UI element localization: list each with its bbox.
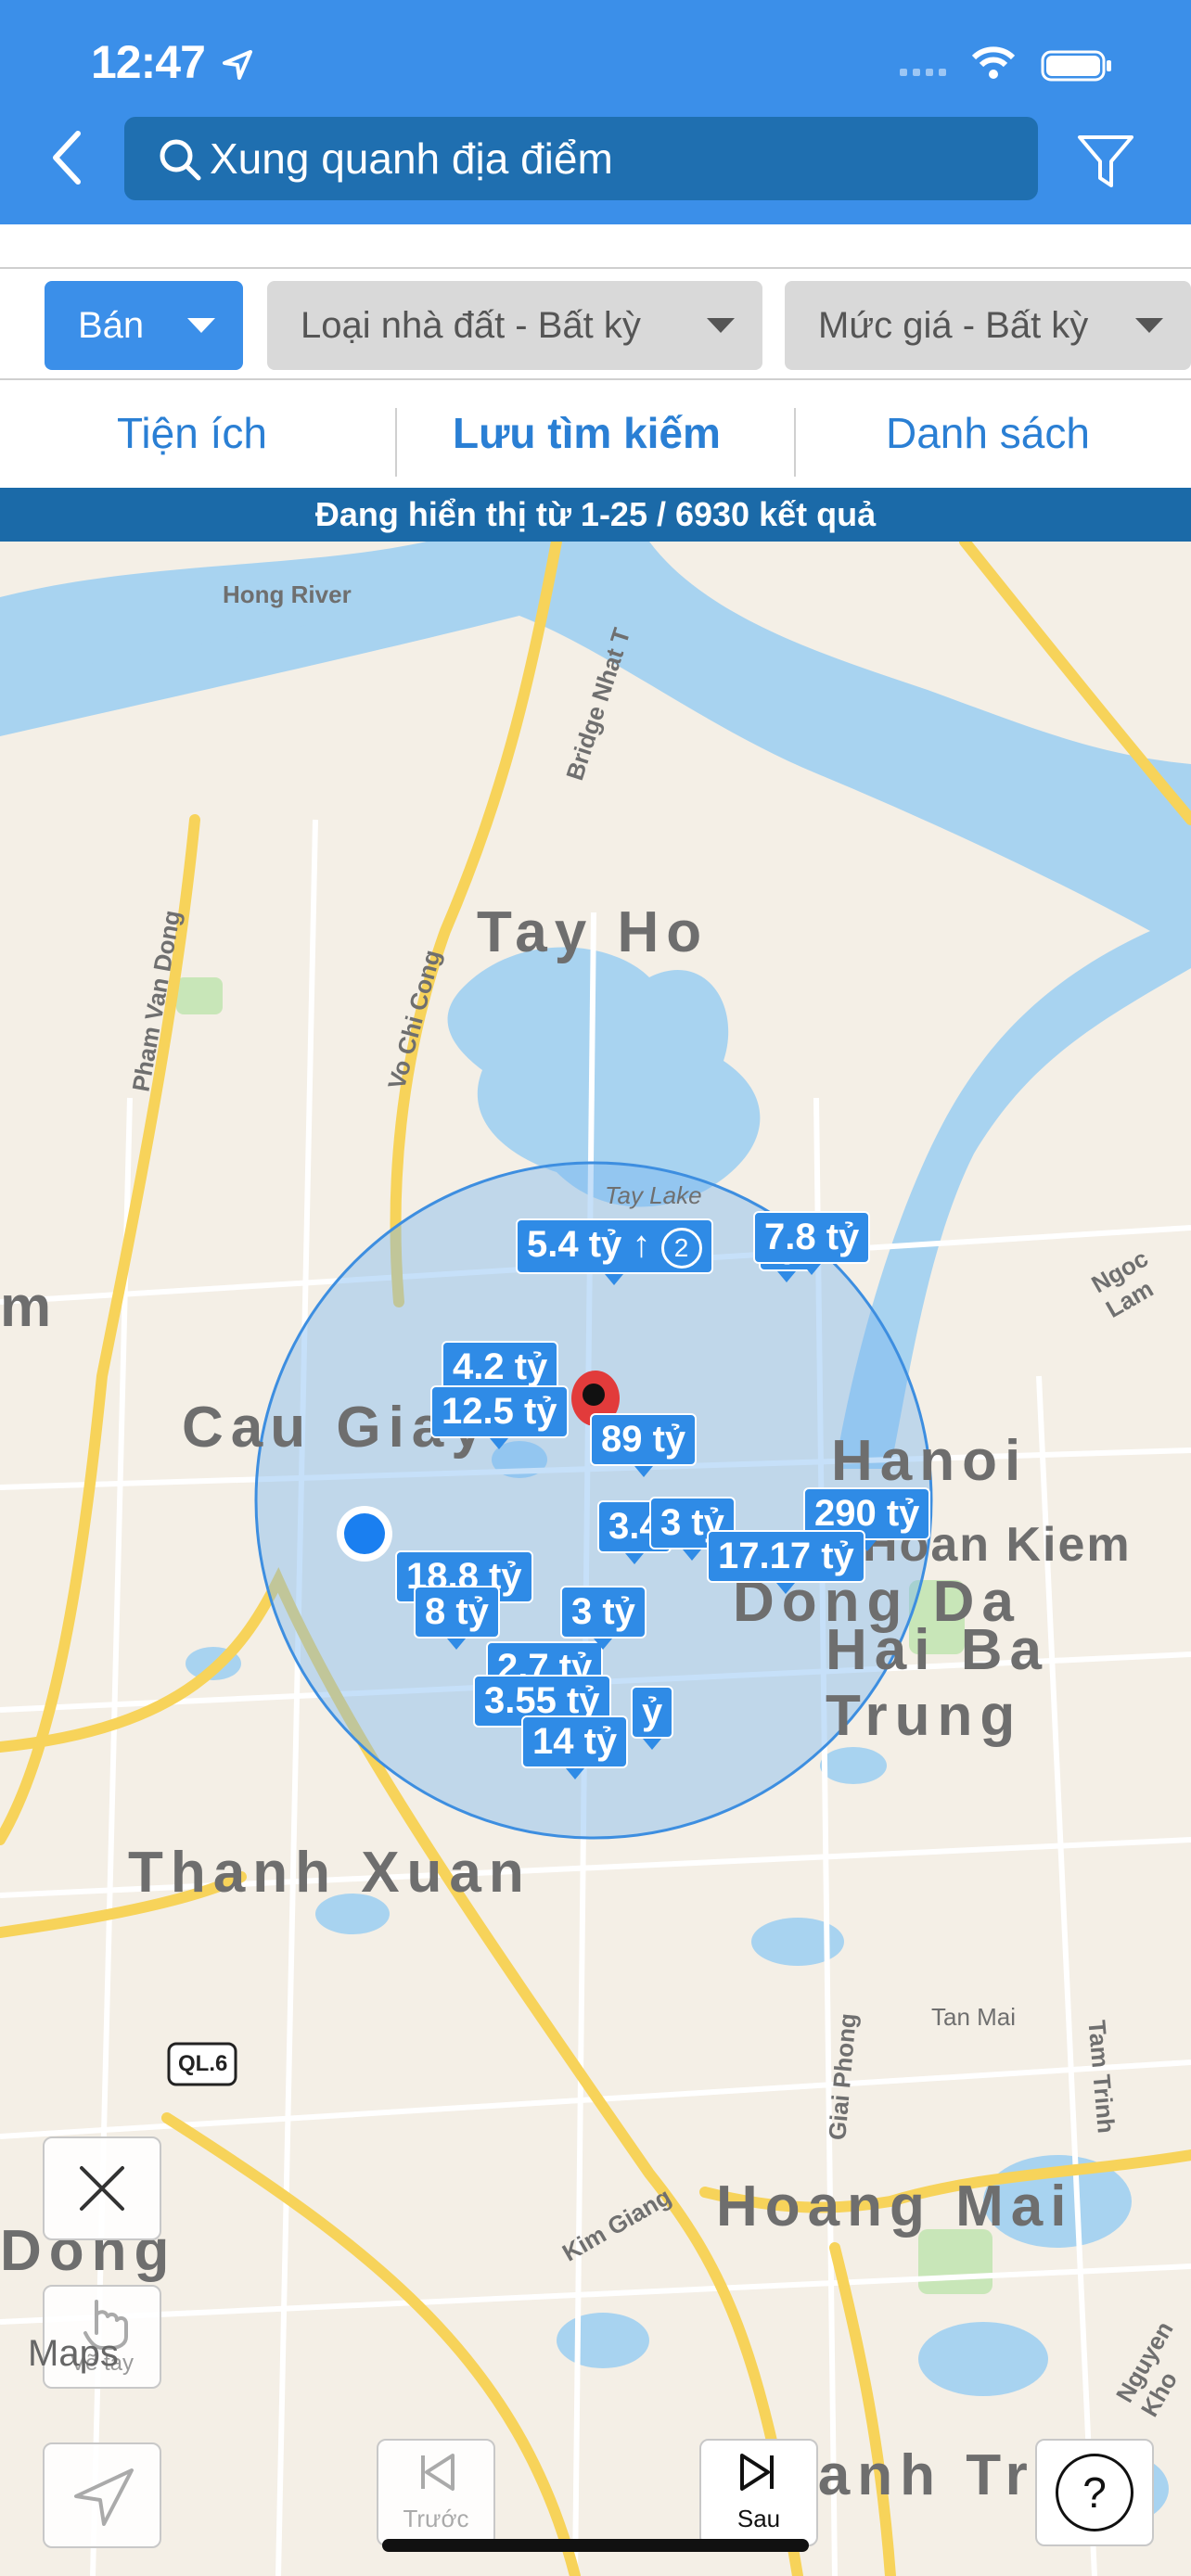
price-marker[interactable]: 7.8 tỷ [753, 1211, 871, 1275]
previous-label: Trước [403, 2505, 469, 2532]
tab-divider [794, 408, 796, 477]
next-label: Sau [736, 2505, 781, 2532]
price-dropdown[interactable]: Mức giá - Bất kỳ [785, 281, 1191, 370]
place-label: Hai Ba Trung [826, 1618, 1049, 1748]
price-marker[interactable]: 3 tỷ [560, 1586, 647, 1650]
listing-type-dropdown[interactable]: Bán [45, 281, 243, 370]
status-time: 12:47 [91, 36, 206, 88]
previous-button[interactable]: Trước [377, 2439, 495, 2546]
home-indicator [382, 2539, 809, 2552]
back-icon[interactable] [48, 128, 85, 187]
tab-amenities[interactable]: Tiện ích [117, 408, 267, 458]
chevron-down-icon [1135, 318, 1163, 333]
road-shield: QL.6 [178, 2051, 228, 2076]
clear-drawing-button[interactable] [43, 2136, 161, 2240]
maps-attribution: Maps [28, 2333, 119, 2375]
header-spacer [0, 224, 1191, 269]
filter-icon[interactable] [1076, 134, 1135, 191]
place-label: Tay Ho [477, 900, 710, 964]
location-arrow-icon [223, 50, 252, 80]
tab-list[interactable]: Danh sách [886, 408, 1090, 458]
property-type-dropdown[interactable]: Loại nhà đất - Bất kỳ [267, 281, 762, 370]
price-marker[interactable]: 5.4 tỷ ↑ 2 [516, 1218, 713, 1285]
tab-divider [395, 408, 397, 477]
street-label: Hong River [223, 580, 352, 608]
price-label: Mức giá - Bất kỳ [818, 304, 1089, 346]
price-marker[interactable]: 17.17 tỷ [707, 1530, 865, 1594]
place-label: m [0, 1275, 59, 1339]
price-value: 5.4 tỷ [527, 1224, 622, 1265]
place-label: Thanh Xuan [128, 1841, 531, 1905]
cluster-count: 2 [660, 1228, 702, 1269]
tab-save-search[interactable]: Lưu tìm kiếm [453, 408, 721, 458]
skip-back-icon [421, 2454, 455, 2491]
street-label: Tan Mai [931, 2003, 1017, 2031]
help-button[interactable]: ? [1035, 2439, 1154, 2546]
search-icon [160, 139, 201, 181]
price-marker[interactable]: 14 tỷ [521, 1715, 629, 1779]
status-indicators [900, 46, 1122, 88]
locate-me-button[interactable] [43, 2442, 161, 2548]
map-view[interactable]: Tay Ho Cau Giay Hanoi Hoan Kiem Hai Ba T… [0, 542, 1191, 2576]
close-icon [80, 2166, 124, 2211]
chevron-down-icon [707, 318, 735, 333]
place-label: Hoang Mai [716, 2174, 1074, 2238]
place-label: Hanoi [831, 1429, 1029, 1493]
price-marker[interactable]: ỷ [631, 1686, 674, 1750]
chevron-down-icon [187, 318, 215, 333]
property-type-label: Loại nhà đất - Bất kỳ [301, 304, 641, 346]
price-marker[interactable]: 8 tỷ [414, 1586, 500, 1650]
results-count-bar: Đang hiển thị từ 1-25 / 6930 kết quả [0, 488, 1191, 542]
listing-type-label: Bán [78, 304, 145, 346]
navigation-arrow-icon [74, 2468, 134, 2526]
maps-attribution-text: Maps [28, 2333, 119, 2374]
price-marker[interactable]: 12.5 tỷ [430, 1385, 569, 1449]
street-label: Tay Lake [605, 1181, 702, 1209]
price-marker[interactable]: 89 tỷ [590, 1413, 698, 1477]
search-input[interactable]: Xung quanh địa điểm [210, 134, 613, 184]
skip-forward-icon [740, 2454, 774, 2491]
arrow-up-icon: ↑ [632, 1224, 661, 1265]
next-button[interactable]: Sau [699, 2439, 818, 2546]
help-icon: ? [1056, 2454, 1133, 2531]
